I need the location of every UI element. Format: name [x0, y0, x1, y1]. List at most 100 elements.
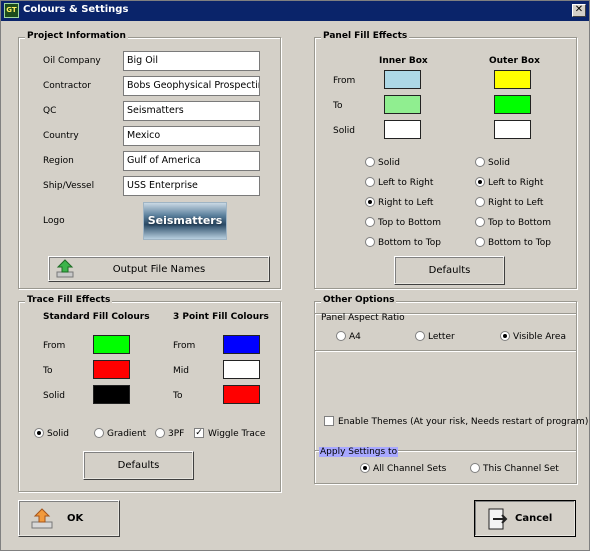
aspect-bottom-divider — [315, 350, 576, 352]
aspect-letter-option: Letter — [428, 332, 455, 342]
project-information-legend: Project Information — [25, 31, 128, 41]
panel-from-label: From — [333, 76, 356, 86]
country-label: Country — [43, 131, 79, 141]
trace-from-label: From — [43, 341, 66, 351]
contractor-label: Contractor — [43, 81, 91, 91]
trace-fill-legend: Trace Fill Effects — [25, 295, 113, 305]
outer-right-to-left-option: Right to Left — [488, 198, 544, 208]
ok-button[interactable]: OK — [18, 500, 120, 537]
trace-solid-label: Solid — [43, 391, 65, 401]
three-point-mid-swatch[interactable] — [223, 360, 260, 379]
outer-bottom-to-top-radio[interactable] — [475, 237, 485, 247]
outer-left-to-right-radio[interactable] — [475, 177, 485, 187]
output-file-names-label: Output File Names — [112, 263, 206, 275]
three-point-to-label: To — [173, 391, 183, 401]
aspect-visible-area-radio[interactable] — [500, 331, 510, 341]
inner-solid-option: Solid — [378, 158, 400, 168]
region-field[interactable]: Gulf of America — [123, 151, 260, 171]
trace-from-swatch[interactable] — [93, 335, 130, 354]
qc-field[interactable]: Seismatters — [123, 101, 260, 121]
outer-box-header: Outer Box — [489, 56, 540, 66]
panel-fill-effects-group: Panel Fill Effects — [314, 31, 577, 289]
apply-this-channel-set-option: This Channel Set — [483, 464, 559, 474]
country-field[interactable]: Mexico — [123, 126, 260, 146]
inner-to-swatch[interactable] — [384, 95, 421, 114]
three-point-mid-label: Mid — [173, 366, 189, 376]
outer-from-swatch[interactable] — [494, 70, 531, 89]
three-point-from-swatch[interactable] — [223, 335, 260, 354]
three-point-fill-header: 3 Point Fill Colours — [173, 312, 269, 322]
wiggle-trace-checkbox[interactable]: ✓ — [194, 428, 204, 438]
outer-top-to-bottom-radio[interactable] — [475, 217, 485, 227]
inner-from-swatch[interactable] — [384, 70, 421, 89]
qc-label: QC — [43, 106, 57, 116]
inner-top-to-bottom-option: Top to Bottom — [378, 218, 441, 228]
logo-label: Logo — [43, 216, 65, 226]
inner-solid-radio[interactable] — [365, 157, 375, 167]
other-options-legend: Other Options — [321, 295, 397, 305]
three-point-to-swatch[interactable] — [223, 385, 260, 404]
apply-all-channel-sets-option: All Channel Sets — [373, 464, 447, 474]
aspect-a4-option: A4 — [349, 332, 361, 342]
wiggle-trace-label: Wiggle Trace — [208, 429, 266, 439]
contractor-field[interactable]: Bobs Geophysical Prospecting — [123, 76, 260, 96]
region-label: Region — [43, 156, 74, 166]
inner-box-header: Inner Box — [379, 56, 428, 66]
trace-solid-swatch[interactable] — [93, 385, 130, 404]
apply-settings-label: Apply Settings to — [319, 447, 399, 457]
inner-top-to-bottom-radio[interactable] — [365, 217, 375, 227]
trace-defaults-button[interactable]: Defaults — [83, 451, 194, 480]
ok-label: OK — [67, 513, 84, 524]
apply-this-channel-set-radio[interactable] — [470, 463, 480, 473]
output-file-names-button[interactable]: Output File Names — [48, 256, 270, 282]
trace-to-label: To — [43, 366, 53, 376]
outer-solid-option: Solid — [488, 158, 510, 168]
three-point-from-label: From — [173, 341, 196, 351]
oil-company-label: Oil Company — [43, 56, 101, 66]
inner-solid-swatch[interactable] — [384, 120, 421, 139]
trace-solid-option: Solid — [47, 429, 69, 439]
trace-3pf-radio[interactable] — [155, 428, 165, 438]
app-icon: GT — [4, 3, 19, 18]
outer-to-swatch[interactable] — [494, 95, 531, 114]
trace-gradient-radio[interactable] — [94, 428, 104, 438]
panel-solid-label: Solid — [333, 126, 355, 136]
settings-window: GT Colours & Settings ✕ Project Informat… — [0, 0, 590, 551]
cancel-label: Cancel — [515, 513, 553, 524]
panel-to-label: To — [333, 101, 343, 111]
ok-download-icon — [30, 508, 54, 530]
title-bar: GT Colours & Settings ✕ — [1, 1, 589, 21]
outer-left-to-right-option: Left to Right — [488, 178, 544, 188]
enable-themes-checkbox[interactable] — [324, 416, 334, 426]
inner-bottom-to-top-option: Bottom to Top — [378, 238, 441, 248]
download-arrow-icon — [55, 259, 75, 279]
logo-image[interactable]: Seismatters — [143, 202, 227, 240]
outer-solid-swatch[interactable] — [494, 120, 531, 139]
inner-right-to-left-radio[interactable] — [365, 197, 375, 207]
enable-themes-label: Enable Themes (At your risk, Needs resta… — [338, 417, 589, 427]
close-button[interactable]: ✕ — [572, 4, 586, 17]
ship-vessel-label: Ship/Vessel — [43, 181, 95, 191]
panel-defaults-button[interactable]: Defaults — [394, 256, 505, 285]
oil-company-field[interactable]: Big Oil — [123, 51, 260, 71]
inner-right-to-left-option: Right to Left — [378, 198, 434, 208]
inner-left-to-right-option: Left to Right — [378, 178, 434, 188]
trace-gradient-option: Gradient — [107, 429, 147, 439]
inner-left-to-right-radio[interactable] — [365, 177, 375, 187]
panel-fill-legend: Panel Fill Effects — [321, 31, 410, 41]
cancel-button[interactable]: Cancel — [474, 500, 576, 537]
outer-solid-radio[interactable] — [475, 157, 485, 167]
trace-3pf-option: 3PF — [168, 429, 185, 439]
apply-all-channel-sets-radio[interactable] — [360, 463, 370, 473]
trace-solid-radio[interactable] — [34, 428, 44, 438]
standard-fill-header: Standard Fill Colours — [43, 312, 150, 322]
aspect-visible-area-option: Visible Area — [513, 332, 566, 342]
aspect-letter-radio[interactable] — [415, 331, 425, 341]
outer-top-to-bottom-option: Top to Bottom — [488, 218, 551, 228]
ship-vessel-field[interactable]: USS Enterprise — [123, 176, 260, 196]
inner-bottom-to-top-radio[interactable] — [365, 237, 375, 247]
outer-right-to-left-radio[interactable] — [475, 197, 485, 207]
outer-bottom-to-top-option: Bottom to Top — [488, 238, 551, 248]
trace-to-swatch[interactable] — [93, 360, 130, 379]
aspect-a4-radio[interactable] — [336, 331, 346, 341]
